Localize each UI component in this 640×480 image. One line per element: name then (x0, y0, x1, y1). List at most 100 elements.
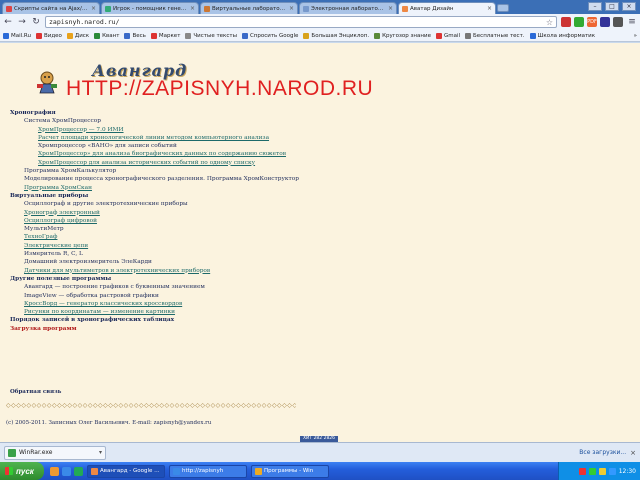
menu-item: Моделирование процесса хронографического… (24, 176, 299, 183)
app-icon (255, 467, 262, 475)
menu-item[interactable]: Датчики для мультиметров и электротехнич… (10, 267, 610, 275)
bookmark-favicon-icon (435, 32, 442, 39)
bookmark-item[interactable]: Mail.Ru (3, 32, 31, 39)
bookmark-label: Большая Энциклоп. (311, 32, 370, 39)
maximize-button[interactable]: □ (605, 2, 619, 11)
start-label: пуск (16, 466, 34, 476)
menu-section-heading[interactable]: Загрузка программ (10, 325, 610, 333)
menu-section-heading: Порядок записей в хронографических табли… (10, 317, 175, 324)
browser-tab[interactable]: Игрок - помощник генерато × (101, 2, 199, 14)
bookmark-item[interactable]: Диск (66, 32, 89, 39)
bookmark-item[interactable]: Спросить Google (241, 32, 299, 39)
download-item[interactable]: WinRar.exe ▾ (4, 445, 106, 460)
browser-tab[interactable]: Скрипты сайта на Ajax/PHP × (2, 2, 100, 14)
menu-section-heading: Хронография (10, 110, 56, 116)
download-menu-icon[interactable]: ▾ (99, 449, 102, 456)
bookmark-favicon-icon (465, 32, 472, 39)
taskbar-window-button[interactable]: http://zapisnyh (169, 464, 247, 478)
bookmark-item[interactable]: Кругозор знание (374, 32, 431, 39)
menu-item[interactable]: ХромПроцессор» для анализа биографически… (10, 150, 610, 158)
menu-item[interactable]: ТехноГраф (10, 233, 610, 241)
taskbar-button-label: http://zapisnyh (182, 468, 224, 474)
ext-icon-3[interactable]: PDF (587, 17, 597, 27)
menu-item[interactable]: Осциллограф цифровой (10, 217, 610, 225)
menu-section-heading: Виртуальные приборы (10, 192, 89, 199)
tab-favicon-icon (402, 5, 408, 12)
browser-tab[interactable]: Электронная лаборатория × (299, 2, 397, 14)
menu-item[interactable]: КроссВорд — генератор классических кросс… (10, 300, 610, 308)
new-tab-button[interactable] (497, 4, 509, 12)
ext-icon-5[interactable] (613, 17, 623, 27)
tab-title: Аватар Дизайн (410, 5, 454, 12)
back-arrow-icon[interactable]: ← (3, 17, 13, 27)
bookmark-item[interactable]: Школа информатик (529, 32, 596, 39)
site-url-banner[interactable]: HTTP://ZAPISNYH.NAROD.RU (66, 77, 373, 101)
bookmark-item[interactable]: Квант (94, 32, 119, 39)
bookmark-label: Кругозор знание (382, 32, 431, 39)
show-all-downloads-link[interactable]: Все загрузки... (579, 449, 626, 456)
bookmark-item[interactable]: Большая Энциклоп. (303, 32, 370, 39)
quick-launch-icon[interactable] (74, 466, 83, 476)
tab-close-icon[interactable]: × (388, 5, 393, 12)
browser-tab[interactable]: Виртуальные лаборатории × (200, 2, 298, 14)
reload-icon[interactable]: ↻ (31, 17, 41, 27)
window-controls: – □ × (588, 2, 636, 11)
feedback-link[interactable]: Обратная связь (10, 389, 61, 395)
shelf-actions: Все загрузки... × (579, 449, 636, 457)
quick-launch-icon[interactable] (62, 466, 71, 476)
taskbar-window-button[interactable]: Программы - Win (251, 464, 329, 478)
bookmark-label: Бесплатные тест. (473, 32, 525, 39)
start-button[interactable]: пуск (0, 462, 44, 480)
close-window-button[interactable]: × (622, 2, 636, 11)
address-bar[interactable]: zapisnyh.narod.ru/ ☆ (45, 16, 557, 28)
tab-close-icon[interactable]: × (487, 5, 492, 12)
menu-item[interactable]: ХромПроцессор — 7.0 ИМИ (10, 126, 610, 134)
tray-icon[interactable] (588, 467, 596, 475)
bookmark-item[interactable]: Видео (35, 32, 62, 39)
address-url[interactable]: zapisnyh.narod.ru/ (49, 18, 543, 26)
tray-icon[interactable] (578, 467, 586, 475)
menu-item: Система ХромПроцессор (24, 118, 101, 125)
bookmark-favicon-icon (3, 32, 9, 39)
bookmark-star-icon[interactable]: ☆ (546, 18, 553, 27)
taskbar-button-label: Авангард - Google Chrome (100, 468, 161, 474)
menu-item: МультиМетр (24, 226, 64, 233)
ext-icon-4[interactable] (600, 17, 610, 27)
quick-launch-icon[interactable] (50, 466, 59, 476)
ext-icon-1[interactable] (561, 17, 571, 27)
menu-item[interactable]: Электрические цепи (10, 242, 610, 250)
forward-arrow-icon[interactable]: → (17, 17, 27, 27)
browser-tab[interactable]: Аватар Дизайн × (398, 2, 496, 14)
menu-item[interactable]: Расчет площади хронологической линии мет… (10, 134, 610, 142)
bookmark-label: Видео (43, 32, 62, 39)
bookmark-favicon-icon (374, 32, 381, 39)
bookmark-item[interactable]: Весь (124, 32, 146, 39)
bookmark-label: Чистые тексты (193, 32, 237, 39)
tab-close-icon[interactable]: × (289, 5, 294, 12)
menu-item[interactable]: Программа ХромСкан (10, 184, 610, 192)
bookmark-label: Школа информатик (537, 32, 596, 39)
bookmark-label: Спросить Google (249, 32, 299, 39)
tray-icon[interactable] (608, 467, 616, 475)
minimize-button[interactable]: – (588, 2, 602, 11)
wrench-menu-icon[interactable]: ≡ (627, 17, 637, 27)
taskbar-window-button[interactable]: Авангард - Google Chrome (87, 464, 165, 478)
bookmark-item[interactable]: Чистые тексты (185, 32, 237, 39)
tab-close-icon[interactable]: × (91, 5, 96, 12)
app-icon (173, 467, 180, 475)
menu-item[interactable]: Рисунки по координатам — изменение карти… (10, 308, 610, 316)
tab-close-icon[interactable]: × (190, 5, 195, 12)
tab-title: Виртуальные лаборатории (212, 5, 287, 12)
mascot-icon (37, 71, 57, 94)
bookmark-item[interactable]: Gmail (435, 32, 460, 39)
menu-item[interactable]: ХромПроцессор для анализа исторических с… (10, 159, 610, 167)
bookmarks-more-button[interactable]: » (634, 33, 637, 39)
windows-logo-icon (5, 467, 13, 475)
close-shelf-icon[interactable]: × (630, 449, 636, 457)
tray-icon[interactable] (598, 467, 606, 475)
menu-item[interactable]: Хронограф электронный (10, 209, 610, 217)
bookmark-item[interactable]: Маркет (150, 32, 180, 39)
bookmark-item[interactable]: Бесплатные тест. (465, 32, 525, 39)
tab-favicon-icon (303, 5, 309, 12)
ext-icon-2[interactable] (574, 17, 584, 27)
